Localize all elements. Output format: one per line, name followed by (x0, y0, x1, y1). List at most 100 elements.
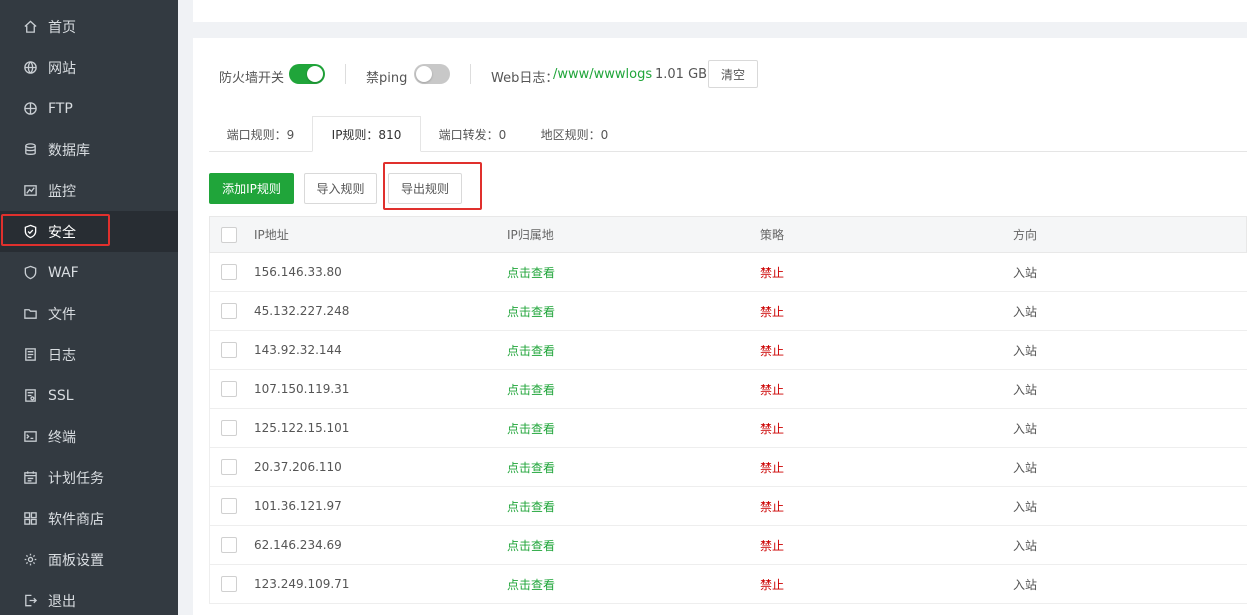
clear-logs-button[interactable]: 清空 (708, 60, 758, 88)
ip-address: 125.122.15.101 (254, 421, 350, 435)
policy-deny: 禁止 (760, 538, 785, 553)
highlight-box-security (1, 214, 110, 246)
sidebar-item-label: FTP (48, 100, 73, 117)
view-location-link[interactable]: 点击查看 (507, 448, 555, 486)
tab-port-rules[interactable]: 端口规则：9 (213, 116, 308, 152)
row-checkbox[interactable] (221, 342, 237, 358)
web-log-label: Web日志： (491, 71, 559, 86)
sidebar-item-waf[interactable]: WAF (0, 252, 178, 293)
sidebar-item-logout[interactable]: 退出 (0, 580, 178, 615)
app-store-grid-icon (22, 511, 38, 527)
tab-ip-rules[interactable]: IP规则：810 (312, 116, 421, 152)
toggle-knob (416, 66, 432, 82)
sidebar-item-database[interactable]: 数据库 (0, 129, 178, 170)
direction-inbound: 入站 (1013, 304, 1038, 319)
ip-address: 156.146.33.80 (254, 265, 342, 279)
view-location-link[interactable]: 点击查看 (507, 526, 555, 564)
direction-inbound: 入站 (1013, 265, 1038, 280)
select-all-checkbox[interactable] (221, 226, 237, 243)
sidebar-item-label: SSL (48, 387, 74, 404)
firewall-toggle[interactable] (289, 64, 325, 84)
policy-deny: 禁止 (760, 304, 785, 319)
terminal-icon (22, 429, 38, 445)
sidebar-item-website[interactable]: 网站 (0, 47, 178, 88)
home-icon (22, 19, 38, 35)
direction-inbound: 入站 (1013, 421, 1038, 436)
policy-deny: 禁止 (760, 460, 785, 475)
ip-address: 123.249.109.71 (254, 577, 350, 591)
view-location-link[interactable]: 点击查看 (507, 370, 555, 408)
waf-shield-icon (22, 265, 38, 281)
sidebar-item-settings[interactable]: 面板设置 (0, 539, 178, 580)
ip-address: 45.132.227.248 (254, 304, 350, 318)
sidebar-item-ftp[interactable]: FTP (0, 88, 178, 129)
table-row: 101.36.121.97 点击查看 禁止 入站 (209, 487, 1247, 526)
folder-icon (22, 306, 38, 322)
policy-deny: 禁止 (760, 343, 785, 358)
ssl-certificate-icon (22, 388, 38, 404)
sidebar-item-logs[interactable]: 日志 (0, 334, 178, 375)
gear-icon (22, 552, 38, 568)
ping-toggle[interactable] (414, 64, 450, 84)
sidebar-item-files[interactable]: 文件 (0, 293, 178, 334)
table-row: 125.122.15.101 点击查看 禁止 入站 (209, 409, 1247, 448)
view-location-link[interactable]: 点击查看 (507, 331, 555, 369)
ip-address: 20.37.206.110 (254, 460, 342, 474)
add-ip-rule-button[interactable]: 添加IP规则 (209, 173, 294, 204)
view-location-link[interactable]: 点击查看 (507, 253, 555, 291)
sidebar-item-label: 网站 (48, 60, 76, 77)
policy-deny: 禁止 (760, 382, 785, 397)
header-ip-address: IP地址 (254, 228, 289, 242)
database-icon (22, 142, 38, 158)
direction-inbound: 入站 (1013, 460, 1038, 475)
web-log-path-link[interactable]: /www/wwwlogs (553, 67, 652, 82)
direction-inbound: 入站 (1013, 382, 1038, 397)
import-rules-button[interactable]: 导入规则 (304, 173, 377, 204)
web-log-size: 1.01 GB (655, 67, 708, 82)
sidebar-item-monitor[interactable]: 监控 (0, 170, 178, 211)
header-direction[interactable]: 方向 (1013, 217, 1037, 252)
policy-deny: 禁止 (760, 421, 785, 436)
calendar-task-icon (22, 470, 38, 486)
row-checkbox[interactable] (221, 537, 237, 553)
sidebar-item-ssl[interactable]: SSL (0, 375, 178, 416)
toolbar-divider (345, 64, 346, 84)
row-checkbox[interactable] (221, 459, 237, 475)
table-body: 156.146.33.80 点击查看 禁止 入站 45.132.227.248 点击查看禁… (209, 253, 1247, 604)
sidebar-item-label: 日志 (48, 347, 76, 364)
direction-inbound: 入站 (1013, 343, 1038, 358)
sidebar-item-label: WAF (48, 264, 79, 281)
highlight-box-export (383, 162, 482, 210)
sidebar-item-label: 文件 (48, 306, 76, 323)
view-location-link[interactable]: 点击查看 (507, 565, 555, 603)
direction-inbound: 入站 (1013, 499, 1038, 514)
row-checkbox[interactable] (221, 576, 237, 592)
table-row: 45.132.227.248 点击查看 禁止 入站 (209, 292, 1247, 331)
ftp-globe-icon (22, 101, 38, 117)
sidebar-item-store[interactable]: 软件商店 (0, 498, 178, 539)
table-row: 20.37.206.110 点击查看 禁止 入站 (209, 448, 1247, 487)
table-row: 123.249.109.71 点击查看 禁止 入站 (209, 565, 1247, 604)
table-row: 143.92.32.144 点击查看 禁止 入站 (209, 331, 1247, 370)
row-checkbox[interactable] (221, 420, 237, 436)
table-row: 156.146.33.80 点击查看 禁止 入站 (209, 253, 1247, 292)
firewall-switch-label: 防火墙开关 (219, 71, 285, 86)
top-tab-strip (193, 0, 1247, 22)
sidebar-item-home[interactable]: 首页 (0, 6, 178, 47)
row-checkbox[interactable] (221, 381, 237, 397)
tab-region-rules[interactable]: 地区规则：0 (527, 116, 622, 152)
view-location-link[interactable]: 点击查看 (507, 409, 555, 447)
row-checkbox[interactable] (221, 303, 237, 319)
sidebar-item-cron[interactable]: 计划任务 (0, 457, 178, 498)
view-location-link[interactable]: 点击查看 (507, 487, 555, 525)
ip-rules-table: IP地址 IP归属地 策略 方向 156.146.33.80 点击查看 禁止 入站 45… (209, 216, 1247, 604)
row-checkbox[interactable] (221, 498, 237, 514)
row-checkbox[interactable] (221, 264, 237, 280)
sidebar-item-terminal[interactable]: 终端 (0, 416, 178, 457)
tab-port-forwarding[interactable]: 端口转发：0 (425, 116, 520, 152)
monitor-chart-icon (22, 183, 38, 199)
sidebar-item-label: 软件商店 (48, 511, 104, 528)
header-policy: 策略 (760, 228, 785, 242)
table-row: 62.146.234.69 点击查看 禁止 入站 (209, 526, 1247, 565)
view-location-link[interactable]: 点击查看 (507, 292, 555, 330)
